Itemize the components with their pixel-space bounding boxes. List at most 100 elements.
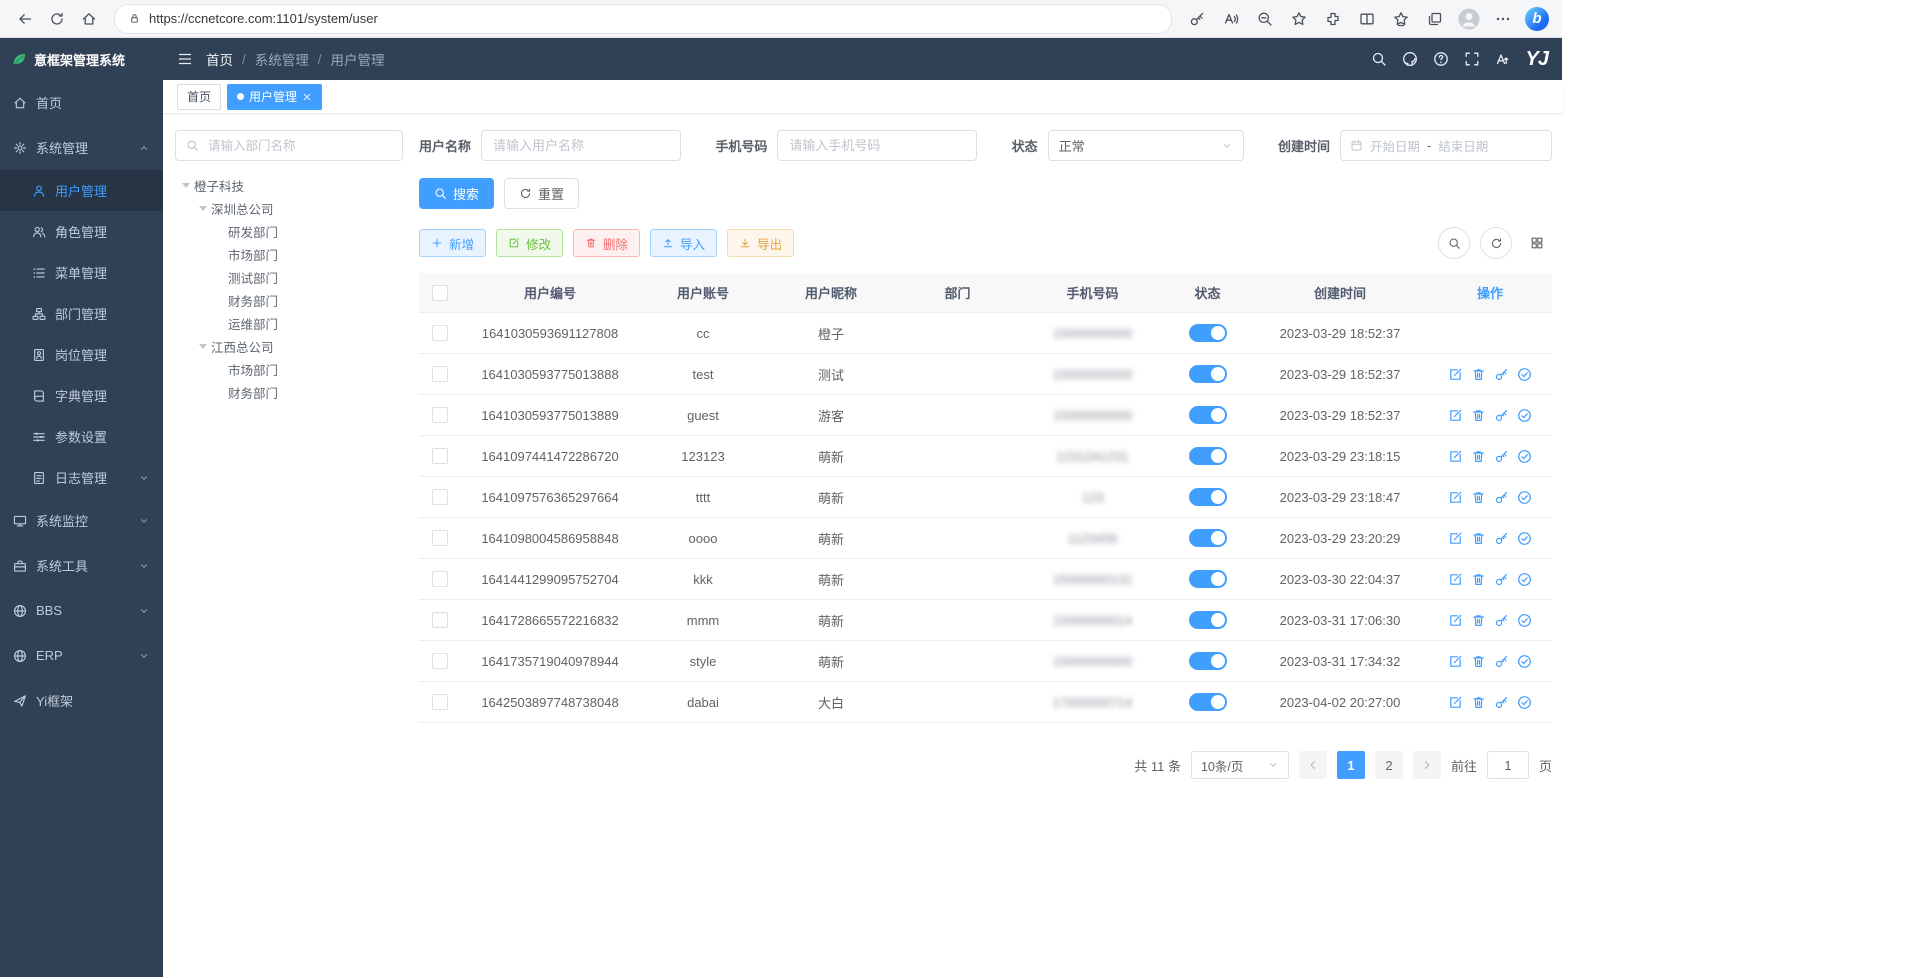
status-toggle[interactable] [1189,447,1227,465]
sidebar-item-dict-mgmt[interactable]: 字典管理 [0,375,163,416]
github-icon[interactable] [1402,51,1418,67]
edit-icon[interactable] [1448,572,1463,587]
assign-role-icon[interactable] [1517,572,1532,587]
status-toggle[interactable] [1189,652,1227,670]
edit-icon[interactable] [1448,408,1463,423]
page-size-select[interactable]: 10条/页 [1191,751,1289,779]
tree-node[interactable]: 运维部门 [175,312,403,335]
tree-node[interactable]: 市场部门 [175,243,403,266]
assign-role-icon[interactable] [1517,613,1532,628]
status-select[interactable]: 正常 [1048,130,1244,161]
fullscreen-icon[interactable] [1464,51,1480,67]
collections-icon[interactable] [1420,4,1450,34]
tree-node[interactable]: 市场部门 [175,358,403,381]
edit-icon[interactable] [1448,531,1463,546]
assign-role-icon[interactable] [1517,367,1532,382]
edit-button[interactable]: 修改 [496,229,563,257]
assign-role-icon[interactable] [1517,531,1532,546]
tab-close-icon[interactable] [302,92,312,102]
delete-icon[interactable] [1471,449,1486,464]
refresh-button[interactable] [42,4,72,34]
status-toggle[interactable] [1189,570,1227,588]
row-checkbox[interactable] [432,489,448,505]
sidebar-item-log-mgmt[interactable]: 日志管理 [0,457,163,498]
delete-icon[interactable] [1471,408,1486,423]
reset-password-icon[interactable] [1494,695,1509,710]
read-aloud-icon[interactable] [1216,4,1246,34]
favorites-icon[interactable] [1386,4,1416,34]
sidebar-item-home[interactable]: 首页 [0,80,163,125]
zoom-out-icon[interactable] [1250,4,1280,34]
tab-home[interactable]: 首页 [177,84,221,110]
assign-role-icon[interactable] [1517,654,1532,669]
goto-page-input[interactable] [1487,751,1529,779]
split-screen-icon[interactable] [1352,4,1382,34]
back-button[interactable] [10,4,40,34]
breadcrumb-home[interactable]: 首页 [206,49,233,69]
tree-node[interactable]: 深圳总公司 [175,197,403,220]
hamburger-icon[interactable] [177,51,193,67]
row-checkbox[interactable] [432,407,448,423]
row-checkbox[interactable] [432,448,448,464]
refresh-circle-icon[interactable] [1480,227,1512,259]
sidebar-item-user-mgmt[interactable]: 用户管理 [0,170,163,211]
home-button[interactable] [74,4,104,34]
row-checkbox[interactable] [432,612,448,628]
export-button[interactable]: 导出 [727,229,794,257]
page-button-2[interactable]: 2 [1375,751,1403,779]
row-checkbox[interactable] [432,571,448,587]
assign-role-icon[interactable] [1517,490,1532,505]
tree-node[interactable]: 财务部门 [175,381,403,404]
row-checkbox[interactable] [432,694,448,710]
sidebar-item-param-settings[interactable]: 参数设置 [0,416,163,457]
delete-icon[interactable] [1471,654,1486,669]
reset-password-icon[interactable] [1494,572,1509,587]
edit-icon[interactable] [1448,695,1463,710]
status-toggle[interactable] [1189,611,1227,629]
row-checkbox[interactable] [432,366,448,382]
row-checkbox[interactable] [432,653,448,669]
delete-icon[interactable] [1471,490,1486,505]
reset-password-icon[interactable] [1494,490,1509,505]
reset-password-icon[interactable] [1494,449,1509,464]
reset-password-icon[interactable] [1494,408,1509,423]
delete-icon[interactable] [1471,367,1486,382]
tree-node[interactable]: 研发部门 [175,220,403,243]
status-toggle[interactable] [1189,488,1227,506]
tree-node[interactable]: 测试部门 [175,266,403,289]
reset-password-icon[interactable] [1494,613,1509,628]
tree-node[interactable]: 财务部门 [175,289,403,312]
phone-input[interactable] [777,130,977,161]
edit-icon[interactable] [1448,654,1463,669]
sidebar-item-monitor[interactable]: 系统监控 [0,498,163,543]
tree-node[interactable]: 橙子科技 [175,174,403,197]
sidebar-item-menu-mgmt[interactable]: 菜单管理 [0,252,163,293]
address-bar[interactable]: https://ccnetcore.com:1101/system/user [114,4,1172,34]
status-toggle[interactable] [1189,324,1227,342]
status-toggle[interactable] [1189,365,1227,383]
row-checkbox[interactable] [432,530,448,546]
delete-icon[interactable] [1471,572,1486,587]
page-button-1[interactable]: 1 [1337,751,1365,779]
extensions-icon[interactable] [1318,4,1348,34]
edit-icon[interactable] [1448,613,1463,628]
delete-icon[interactable] [1471,531,1486,546]
status-toggle[interactable] [1189,693,1227,711]
tab-user-mgmt[interactable]: 用户管理 [227,84,322,110]
delete-button[interactable]: 删除 [573,229,640,257]
sidebar-item-bbs[interactable]: BBS [0,588,163,633]
username-input[interactable] [481,130,681,161]
delete-icon[interactable] [1471,695,1486,710]
assign-role-icon[interactable] [1517,695,1532,710]
edit-icon[interactable] [1448,449,1463,464]
status-toggle[interactable] [1189,529,1227,547]
sidebar-item-tools[interactable]: 系统工具 [0,543,163,588]
prev-page-button[interactable] [1299,751,1327,779]
row-checkbox[interactable] [432,325,448,341]
edit-icon[interactable] [1448,367,1463,382]
reset-password-icon[interactable] [1494,531,1509,546]
help-icon[interactable] [1433,51,1449,67]
reset-password-icon[interactable] [1494,654,1509,669]
breadcrumb-system[interactable]: 系统管理 [255,49,309,69]
add-button[interactable]: 新增 [419,229,486,257]
